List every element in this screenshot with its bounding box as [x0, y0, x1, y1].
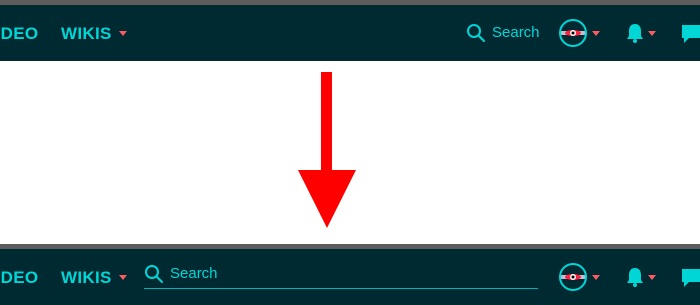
- bell-icon[interactable]: [624, 22, 646, 44]
- wikis-chevron-down-icon[interactable]: [119, 275, 127, 280]
- avatar-chevron-down-icon[interactable]: [592, 275, 600, 280]
- notifications-chevron-down-icon[interactable]: [648, 275, 656, 280]
- bell-icon[interactable]: [624, 266, 646, 288]
- chat-icon[interactable]: [680, 267, 700, 289]
- search-input-underline: [144, 288, 538, 289]
- notifications-chevron-down-icon[interactable]: [648, 31, 656, 36]
- avatar-icon[interactable]: [559, 19, 587, 47]
- wikis-chevron-down-icon[interactable]: [119, 31, 127, 36]
- avatar-icon[interactable]: [559, 263, 587, 291]
- avatar-chevron-down-icon[interactable]: [592, 31, 600, 36]
- top-navbar: VIDEO WIKIS Search: [0, 5, 700, 61]
- search-icon: [145, 265, 163, 283]
- nav-wikis-link[interactable]: WIKIS: [61, 268, 112, 288]
- nav-wikis-link[interactable]: WIKIS: [61, 24, 112, 44]
- down-arrow-icon: [298, 72, 356, 228]
- nav-video-link[interactable]: VIDEO: [0, 24, 38, 44]
- chat-icon[interactable]: [680, 23, 700, 45]
- search-icon[interactable]: [466, 23, 486, 43]
- search-link[interactable]: Search: [492, 24, 540, 41]
- search-input[interactable]: Search: [170, 265, 218, 282]
- bottom-navbar: VIDEO WIKIS Search: [0, 249, 700, 305]
- nav-video-link[interactable]: VIDEO: [0, 268, 38, 288]
